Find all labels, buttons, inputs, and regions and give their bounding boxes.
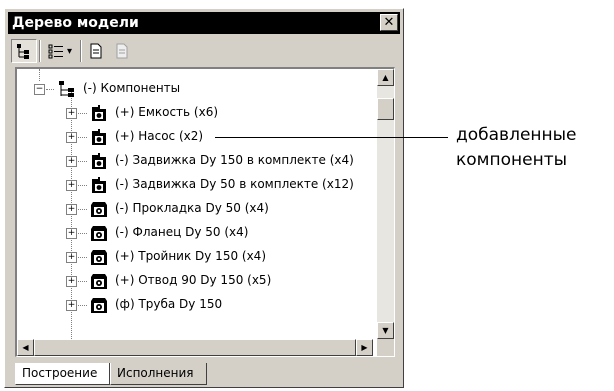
scroll-down-button[interactable]: ▼ — [377, 322, 394, 339]
horizontal-scrollbar[interactable]: ◀ ▶ — [17, 339, 373, 356]
arrow-left-icon: ◀ — [22, 343, 29, 352]
tree-item-label: (+) Насос (х2) — [115, 129, 204, 143]
tree-item-row[interactable]: + (+) Отвод 90 Dy 150 (х5) — [17, 269, 373, 293]
tree-item-label: (-) Фланец Dy 50 (х4) — [115, 225, 249, 239]
tree-item-row[interactable]: + (-) Фланец Dy 50 (х4) — [17, 221, 373, 245]
tree-view[interactable]: − (-) Компоненты + (+) Емкость (х6) + (+) Н… — [15, 67, 395, 357]
toolbar-separator — [80, 40, 82, 62]
tree-structure-icon — [17, 44, 29, 59]
tree-line — [78, 185, 87, 186]
part-icon — [92, 153, 106, 169]
toolbar: ▾ — [8, 36, 400, 66]
tree-content: − (-) Компоненты + (+) Емкость (х6) + (+) Н… — [17, 69, 373, 339]
detail-icon — [91, 250, 107, 265]
tree-line — [78, 281, 87, 282]
tab-construction-label: Построение — [22, 366, 98, 380]
tree-line — [78, 233, 87, 234]
part-icon — [92, 105, 106, 121]
detail-icon — [91, 226, 107, 241]
scroll-up-button[interactable]: ▲ — [377, 69, 394, 86]
part-icon — [92, 177, 106, 193]
annotation-line-1: добавленные — [456, 125, 577, 145]
document-disabled-icon — [116, 43, 128, 59]
tree-item-label: (ф) Труба Dy 150 — [115, 297, 223, 311]
tree-item-row[interactable]: + (-) Прокладка Dy 50 (х4) — [17, 197, 373, 221]
expand-icon[interactable]: + — [66, 204, 77, 215]
expand-icon[interactable]: + — [66, 156, 77, 167]
model-tree-panel: Дерево модели ✕ ▾ − (-) Компоненты + (+)… — [4, 8, 404, 388]
expand-icon[interactable]: + — [66, 300, 77, 311]
panel-titlebar: Дерево модели ✕ — [8, 12, 400, 34]
scroll-right-button[interactable]: ▶ — [356, 339, 373, 356]
tree-line — [78, 113, 87, 114]
list-view-icon — [48, 44, 63, 59]
document-icon — [90, 43, 102, 59]
scrollbar-corner — [377, 339, 394, 356]
tab-construction[interactable]: Построение — [15, 363, 110, 385]
tree-line — [78, 209, 87, 210]
tab-versions[interactable]: Исполнения — [110, 363, 207, 385]
chevron-down-icon: ▾ — [66, 45, 73, 57]
expand-icon[interactable]: + — [66, 132, 77, 143]
expand-icon[interactable]: + — [66, 228, 77, 239]
panel-title: Дерево модели — [12, 15, 139, 31]
scroll-thumb[interactable] — [377, 98, 394, 120]
expand-icon[interactable]: + — [66, 180, 77, 191]
close-icon: ✕ — [383, 15, 395, 30]
annotation: добавленные компоненты — [456, 123, 577, 173]
annotation-line-2: компоненты — [456, 150, 568, 170]
detail-icon — [91, 274, 107, 289]
detail-icon — [91, 202, 107, 217]
tree-line — [78, 137, 87, 138]
tree-structure-button[interactable] — [11, 39, 37, 63]
components-tree-icon — [59, 81, 74, 97]
arrow-down-icon: ▼ — [382, 326, 389, 335]
document-button[interactable] — [84, 39, 108, 63]
tree-item-row[interactable]: + (-) Задвижка Dy 150 в комплекте (х4) — [17, 149, 373, 173]
tree-root-label: (-) Компоненты — [83, 81, 181, 95]
tree-root-row[interactable]: − (-) Компоненты — [17, 77, 373, 101]
tree-line — [46, 89, 54, 90]
tree-item-row[interactable]: + (+) Емкость (х6) — [17, 101, 373, 125]
expand-icon[interactable]: + — [66, 108, 77, 119]
tree-item-label: (-) Задвижка Dy 50 в комплекте (х12) — [115, 177, 354, 191]
tree-item-label: (+) Отвод 90 Dy 150 (х5) — [115, 273, 272, 287]
tree-item-label: (-) Прокладка Dy 50 (х4) — [115, 201, 269, 215]
tree-line — [78, 257, 87, 258]
tab-versions-label: Исполнения — [117, 366, 194, 380]
scroll-left-button[interactable]: ◀ — [17, 339, 34, 356]
tree-item-label: (+) Тройник Dy 150 (х4) — [115, 249, 267, 263]
arrow-right-icon: ▶ — [361, 343, 368, 352]
tree-line — [78, 161, 87, 162]
toolbar-separator — [39, 40, 41, 62]
arrow-up-icon: ▲ — [382, 73, 389, 82]
horizontal-scroll-thumb[interactable] — [34, 339, 356, 356]
tree-item-row[interactable]: + (-) Задвижка Dy 50 в комплекте (х12) — [17, 173, 373, 197]
document-disabled-button[interactable] — [110, 39, 134, 63]
tree-item-row[interactable]: + (+) Тройник Dy 150 (х4) — [17, 245, 373, 269]
callout-line — [215, 137, 448, 138]
tree-item-label: (+) Емкость (х6) — [115, 105, 219, 119]
expand-icon[interactable]: + — [66, 276, 77, 287]
detail-icon — [91, 298, 107, 313]
tree-item-label: (-) Задвижка Dy 150 в комплекте (х4) — [115, 153, 354, 167]
collapse-icon[interactable]: − — [34, 84, 45, 95]
expand-icon[interactable]: + — [66, 252, 77, 263]
close-button[interactable]: ✕ — [380, 14, 398, 31]
vertical-scrollbar[interactable]: ▲ ▼ — [377, 69, 394, 339]
list-view-button[interactable]: ▾ — [43, 39, 77, 63]
part-icon — [92, 129, 106, 145]
tree-item-row[interactable]: + (ф) Труба Dy 150 — [17, 293, 373, 317]
tree-line — [78, 305, 87, 306]
